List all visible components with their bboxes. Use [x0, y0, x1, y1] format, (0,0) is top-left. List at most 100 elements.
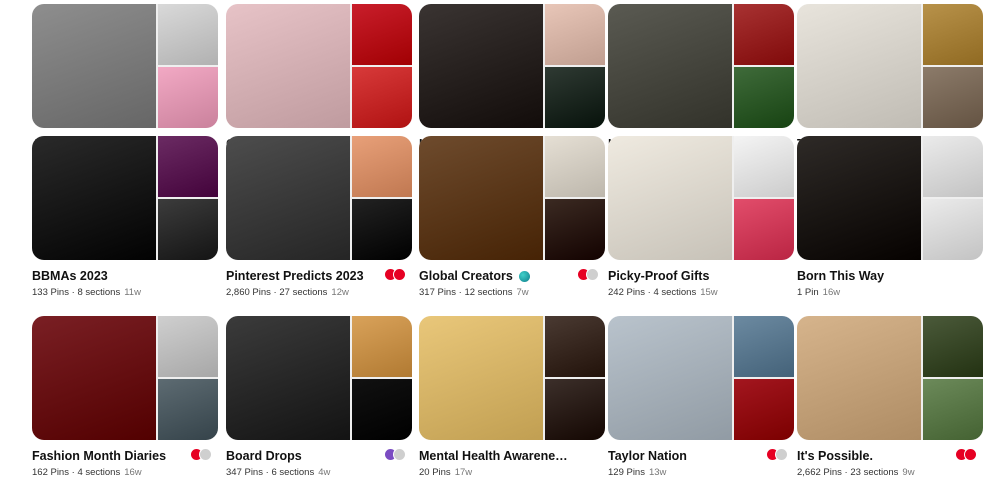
cover-image-main: [32, 4, 156, 128]
board-meta: 2,662 Pins · 23 sections 9w: [797, 467, 983, 478]
board-title-row: It's Possible.: [797, 448, 983, 464]
board-title-row: Mental Health Awareness...: [419, 448, 605, 464]
board-title[interactable]: Board Drops: [226, 449, 302, 463]
cover-image-thumb: [923, 199, 983, 260]
board-card[interactable]: Taylor Nation 129 Pins 13w: [608, 316, 794, 478]
pin-count: 162 Pins: [32, 467, 69, 478]
cover-image-thumb: [545, 136, 605, 197]
board-cover-collage[interactable]: [419, 136, 605, 260]
board-title[interactable]: Taylor Nation: [608, 449, 687, 463]
board-cover-collage[interactable]: [32, 4, 218, 128]
cover-image-main: [226, 136, 350, 260]
board-cover-collage[interactable]: [797, 316, 983, 440]
pin-count: 133 Pins: [32, 287, 69, 298]
collaborator-avatars[interactable]: [955, 448, 977, 461]
board-cover-collage[interactable]: [419, 316, 605, 440]
board-title-row: Born This Way: [797, 268, 983, 284]
pin-count: 242 Pins: [608, 287, 645, 298]
board-card[interactable]: Mental Health Awareness... 20 Pins 17w: [419, 316, 605, 478]
board-title-row: Board Drops: [226, 448, 412, 464]
cover-image-thumb: [352, 67, 412, 128]
board-cover-collage[interactable]: [226, 4, 412, 128]
avatar: [393, 448, 406, 461]
board-title-row: Picky-Proof Gifts: [608, 268, 794, 284]
board-card[interactable]: Board Drops 347 Pins · 6 sections 4w: [226, 316, 412, 478]
cover-image-thumb: [734, 67, 794, 128]
board-cover-collage[interactable]: [419, 4, 605, 128]
cover-image-thumb: [352, 316, 412, 377]
last-updated: 13w: [648, 467, 667, 478]
board-title-row: Fashion Month Diaries: [32, 448, 218, 464]
pin-count: 347 Pins: [226, 467, 263, 478]
pin-count: 129 Pins: [608, 467, 645, 478]
section-count: 12 sections: [464, 287, 513, 298]
cover-image-main: [797, 4, 921, 128]
cover-image-main: [608, 316, 732, 440]
board-title-row: Global Creators: [419, 268, 605, 284]
board-cover-collage[interactable]: [797, 136, 983, 260]
board-title[interactable]: BBMAs 2023: [32, 269, 108, 283]
board-cover-collage[interactable]: [32, 136, 218, 260]
cover-image-thumb: [923, 379, 983, 440]
cover-image-main: [226, 316, 350, 440]
pin-count: 1 Pin: [797, 287, 819, 298]
board-card[interactable]: Picky-Proof Gifts 242 Pins · 4 sections 15…: [608, 136, 794, 298]
pin-count: 20 Pins: [419, 467, 451, 478]
board-title[interactable]: Pinterest Predicts 2023: [226, 269, 364, 283]
board-cover-collage[interactable]: [226, 316, 412, 440]
board-title[interactable]: It's Possible.: [797, 449, 873, 463]
last-updated: 12w: [331, 287, 349, 298]
board-card[interactable]: It's Possible. 2,662 Pins · 23 sections 9w: [797, 316, 983, 478]
board-meta: 1 Pin 16w: [797, 287, 983, 298]
cover-image-thumb: [158, 199, 218, 260]
cover-image-thumb: [158, 379, 218, 440]
pin-count: 2,860 Pins: [226, 287, 271, 298]
board-meta: 20 Pins 17w: [419, 467, 605, 478]
board-title[interactable]: Fashion Month Diaries: [32, 449, 166, 463]
avatar: [775, 448, 788, 461]
board-title[interactable]: Mental Health Awareness...: [419, 449, 569, 463]
section-count: 8 sections: [77, 287, 121, 298]
board-meta: 317 Pins · 12 sections 7w: [419, 287, 605, 298]
cover-image-main: [608, 136, 732, 260]
cover-image-main: [32, 136, 156, 260]
board-card[interactable]: Global Creators 317 Pins · 12 sections 7w: [419, 136, 605, 298]
cover-image-thumb: [158, 136, 218, 197]
board-meta: 129 Pins 13w: [608, 467, 794, 478]
board-cover-collage[interactable]: [797, 4, 983, 128]
board-title[interactable]: Global Creators: [419, 269, 513, 283]
board-cover-collage[interactable]: [608, 4, 794, 128]
cover-image-main: [419, 316, 543, 440]
cover-image-thumb: [158, 67, 218, 128]
board-title[interactable]: Picky-Proof Gifts: [608, 269, 709, 283]
board-cover-collage[interactable]: [32, 316, 218, 440]
section-count: 27 sections: [279, 287, 328, 298]
collaborator-avatars[interactable]: [577, 268, 599, 281]
board-cover-collage[interactable]: [226, 136, 412, 260]
collaborator-avatars[interactable]: [384, 268, 406, 281]
board-cover-collage[interactable]: [608, 316, 794, 440]
cover-image-main: [797, 136, 921, 260]
cover-image-thumb: [545, 379, 605, 440]
board-card[interactable]: Fashion Month Diaries 162 Pins · 4 sectio…: [32, 316, 218, 478]
cover-image-main: [419, 4, 543, 128]
cover-image-thumb: [734, 379, 794, 440]
collaborator-avatars[interactable]: [766, 448, 788, 461]
cover-image-thumb: [352, 199, 412, 260]
avatar: [964, 448, 977, 461]
cover-image-thumb: [923, 136, 983, 197]
board-title-row: Pinterest Predicts 2023: [226, 268, 412, 284]
cover-image-thumb: [545, 4, 605, 65]
collaborator-avatars[interactable]: [384, 448, 406, 461]
cover-image-thumb: [923, 4, 983, 65]
board-title[interactable]: Born This Way: [797, 269, 884, 283]
last-updated: 17w: [454, 467, 473, 478]
cover-image-thumb: [734, 4, 794, 65]
cover-image-main: [226, 4, 350, 128]
board-card[interactable]: Born This Way 1 Pin 16w: [797, 136, 983, 298]
board-cover-collage[interactable]: [608, 136, 794, 260]
board-card[interactable]: Pinterest Predicts 2023 2,860 Pins · 27 s…: [226, 136, 412, 298]
board-card[interactable]: BBMAs 2023 133 Pins · 8 sections 11w: [32, 136, 218, 298]
collaborator-avatars[interactable]: [190, 448, 212, 461]
last-updated: 16w: [124, 467, 142, 478]
